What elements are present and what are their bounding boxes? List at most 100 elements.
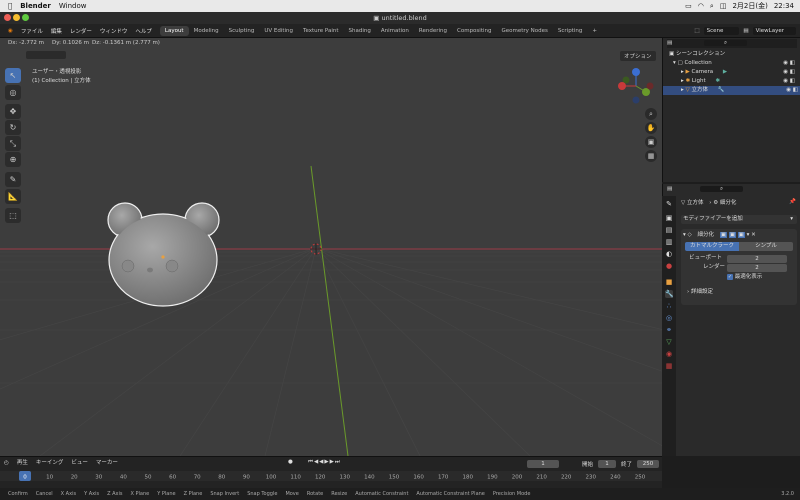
close-window-button[interactable] [4,14,11,21]
render-levels-field[interactable]: 2 [727,264,787,272]
expand-arrow-icon[interactable]: ▸ [681,69,684,75]
blender-logo-icon[interactable]: ◉ [8,28,13,34]
visibility-eye-icon[interactable]: ◉ ◧ [783,77,795,86]
tab-modeling[interactable]: Modeling [189,26,224,36]
realtime-toggle-icon[interactable]: ▣ [728,232,736,238]
search-icon[interactable]: ⌕ [710,2,714,11]
app-menu[interactable]: Blender [20,2,51,10]
select-box-tool[interactable]: ↖ [5,68,21,83]
outliner-item-collection[interactable]: ▾ ▢ Collection ◉ ◧ [673,59,797,68]
tab-catmull-clark[interactable]: カトマルクラーク [685,242,739,251]
remove-modifier-icon[interactable]: ✕ [751,232,756,238]
zoom-view-button[interactable]: ⌕ [645,108,657,120]
checkbox-checked-icon[interactable]: ✓ [727,273,733,280]
move-tool[interactable]: ✥ [5,104,21,119]
tab-geometry-nodes[interactable]: Geometry Nodes [496,26,552,36]
scale-tool[interactable]: ⤡ [5,136,21,151]
constraints-tab-icon[interactable]: ⚭ [665,326,673,334]
data-tab-icon[interactable]: ▽ [665,338,673,346]
scene-selector[interactable]: Scene [703,26,740,35]
playback-controls[interactable]: ⏮◀◀▶▶⏭ [308,459,341,466]
render-tab-icon[interactable]: ▣ [665,214,673,222]
tab-sculpting[interactable]: Sculpting [224,26,260,36]
object-tab-icon[interactable]: ■ [665,278,673,286]
menu-render[interactable]: レンダー [70,27,92,35]
add-workspace-button[interactable]: + [587,26,602,36]
texture-tab-icon[interactable]: ▦ [665,362,673,370]
cursor-tool[interactable]: ◎ [5,85,21,100]
view-layer-icon[interactable]: ▤ [743,28,748,34]
wifi-icon[interactable]: ◠ [698,2,704,10]
current-frame-field[interactable]: 1 [527,460,559,468]
add-cube-tool[interactable]: ⬚ [5,208,21,223]
scene-icon[interactable]: ⬚ [694,28,699,34]
visibility-eye-icon[interactable]: ◉ ◧ [783,59,795,68]
view-layer-selector[interactable]: ViewLayer [752,26,796,35]
visibility-eye-icon[interactable]: ◉ ◧ [783,68,795,77]
end-frame-field[interactable]: 250 [637,460,659,468]
scene-collection-row[interactable]: ▣ シーンコレクション [669,50,725,59]
3d-cursor[interactable] [310,243,322,255]
add-modifier-button[interactable]: モディファイアーを追加 ▾ [681,215,797,224]
measure-tool[interactable]: 📐 [5,189,21,204]
menu-marker[interactable]: マーカー [96,459,118,468]
tab-texture-paint[interactable]: Texture Paint [298,26,344,36]
material-tab-icon[interactable]: ◉ [665,350,673,358]
camera-view-button[interactable]: ▣ [645,136,657,148]
navigation-gizmo[interactable] [615,64,661,110]
ortho-toggle-button[interactable]: ▦ [645,150,657,162]
options-dropdown[interactable]: オプション [620,51,656,61]
3d-viewport[interactable] [0,38,662,456]
modifier-header[interactable]: ▾ ◇ 細分化 ▣ ▣ ▣ ▾ ✕ [683,231,795,240]
apple-icon[interactable]:  [8,2,12,10]
battery-icon[interactable]: ▭ [685,2,692,10]
tab-rendering[interactable]: Rendering [414,26,452,36]
transform-tool[interactable]: ⊕ [5,152,21,167]
menu-view[interactable]: ビュー [71,459,88,468]
tab-layout[interactable]: Layout [159,25,189,36]
expand-arrow-icon[interactable]: ▾ [673,60,676,66]
pin-icon[interactable]: 📌 [789,199,796,205]
minimize-window-button[interactable] [13,14,20,21]
particles-tab-icon[interactable]: ∴ [665,302,673,310]
optimal-display-checkbox[interactable]: ✓ 最適化表示 [727,273,762,282]
menu-help[interactable]: ヘルプ [135,27,152,35]
outliner-editor-icon[interactable]: ▤ [667,40,672,46]
modifier-tab-icon[interactable]: 🔧 [665,290,674,298]
world-tab-icon[interactable]: ● [665,262,673,270]
tab-compositing[interactable]: Compositing [452,26,496,36]
expand-arrow-icon[interactable]: ▸ [681,78,684,84]
annotate-tool[interactable]: ✎ [5,172,21,187]
menu-edit[interactable]: 編集 [51,27,62,35]
viewport-levels-field[interactable]: 2 [727,255,787,263]
menu-window[interactable]: ウィンドウ [100,27,128,35]
tab-animation[interactable]: Animation [376,26,414,36]
tab-shading[interactable]: Shading [344,26,376,36]
properties-editor-icon[interactable]: ▤ [667,186,672,192]
pan-view-button[interactable]: ✋ [645,122,657,134]
zoom-window-button[interactable] [22,14,29,21]
render-toggle-icon[interactable]: ▣ [737,232,745,238]
scene-tab-icon[interactable]: ◐ [665,250,673,258]
advanced-subpanel[interactable]: › 詳細設定 [687,288,713,297]
window-menu[interactable]: Window [59,2,87,10]
outliner-item-light[interactable]: ▸ ✱ Light ✱ ◉ ◧ [681,77,797,86]
visibility-eye-icon[interactable]: ◉ ◧ [786,86,798,95]
tab-scripting[interactable]: Scripting [553,26,587,36]
tab-simple[interactable]: シンプル [739,242,793,251]
tab-uv-editing[interactable]: UV Editing [259,26,298,36]
select-mode-buttons[interactable] [26,51,66,59]
control-center-icon[interactable]: ◫ [720,2,727,10]
frame-ruler[interactable]: 0 10 20 30 40 50 60 70 80 90 100 110 120 130 140 150 160… [0,471,662,481]
properties-search[interactable]: ⌕ [699,186,744,192]
record-button[interactable]: ● [288,459,293,465]
menu-playback[interactable]: 再生 [17,459,28,468]
viewport-canvas[interactable] [0,38,662,456]
rotate-tool[interactable]: ↻ [5,120,21,135]
menu-keying[interactable]: キーイング [36,459,64,468]
timeline-editor-icon[interactable]: ◴ [4,459,9,468]
menu-file[interactable]: ファイル [21,27,43,35]
outliner-search[interactable]: ⌕ [703,40,748,46]
physics-tab-icon[interactable]: ◎ [665,314,673,322]
start-frame-field[interactable]: 1 [598,460,616,468]
